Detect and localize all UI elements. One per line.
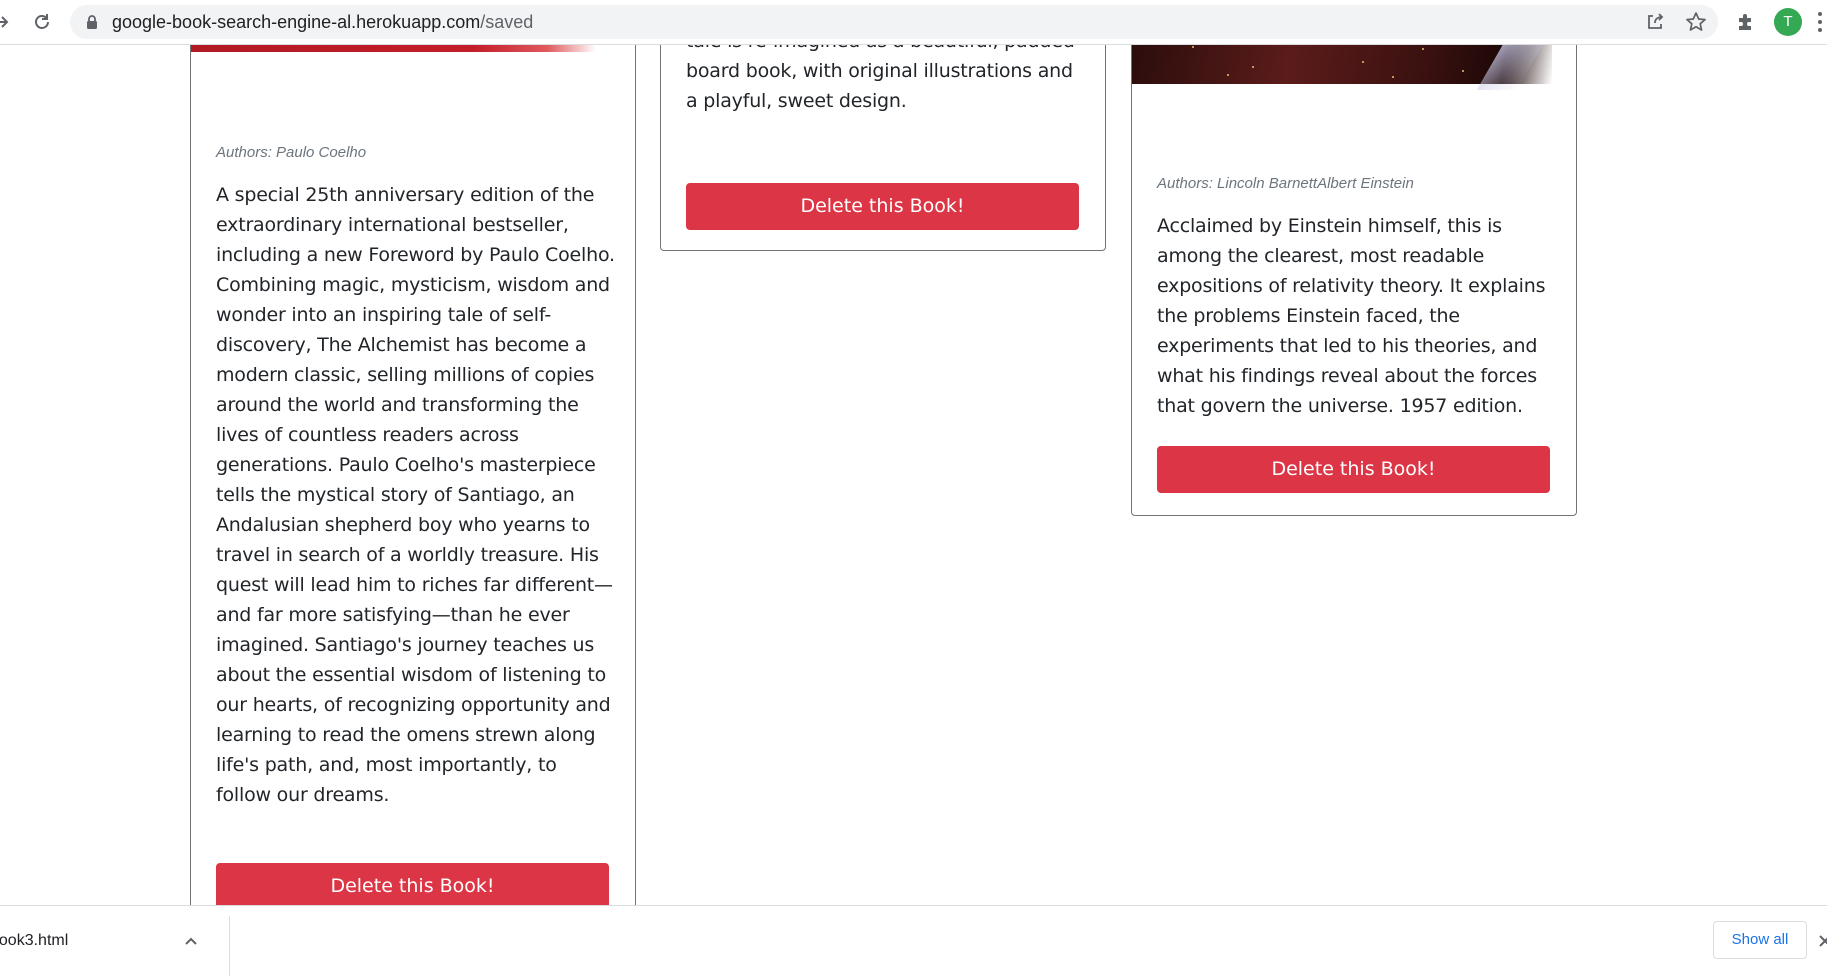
download-item[interactable]: book3.html xyxy=(0,906,230,976)
saved-book-card: tale is re-imagined as a beautiful, padd… xyxy=(660,45,1106,251)
download-bar: book3.html Show all xyxy=(0,905,1827,976)
forward-button[interactable] xyxy=(0,6,18,38)
browser-toolbar: google-book-search-engine-al.herokuapp.c… xyxy=(0,0,1827,45)
extensions-button[interactable] xyxy=(1733,9,1759,35)
address-bar[interactable]: google-book-search-engine-al.herokuapp.c… xyxy=(70,5,1718,39)
download-file-name: book3.html xyxy=(0,932,69,949)
arrow-right-icon xyxy=(0,16,9,28)
star-icon xyxy=(1686,12,1706,31)
share-button[interactable] xyxy=(1643,10,1667,34)
reload-button[interactable] xyxy=(26,6,58,38)
browser-menu-button[interactable] xyxy=(1812,10,1827,34)
share-icon xyxy=(1648,13,1664,29)
url-text[interactable]: google-book-search-engine-al.herokuapp.c… xyxy=(112,5,533,39)
url-host: google-book-search-engine-al.herokuapp.c… xyxy=(112,12,481,32)
page-viewport: Authors: Paulo Coelho A special 25th ann… xyxy=(0,45,1827,905)
book-description: tale is re-imagined as a beautiful, padd… xyxy=(686,45,1075,112)
book-cover-image xyxy=(191,45,596,52)
reload-icon xyxy=(35,14,49,29)
url-path: /saved xyxy=(480,12,534,32)
book-authors: Authors: Paulo Coelho xyxy=(216,144,367,161)
bookmark-button[interactable] xyxy=(1684,10,1708,34)
chevron-up-icon[interactable] xyxy=(182,932,200,950)
saved-book-card: Authors: Paulo Coelho A special 25th ann… xyxy=(190,45,636,905)
profile-avatar[interactable]: T xyxy=(1774,8,1802,36)
show-all-button[interactable]: Show all xyxy=(1713,921,1807,959)
book-description: Acclaimed by Einstein himself, this is a… xyxy=(1157,215,1546,417)
saved-book-card: Authors: Lincoln BarnettAlbert Einstein … xyxy=(1131,45,1577,516)
book-authors: Authors: Lincoln BarnettAlbert Einstein xyxy=(1157,175,1414,192)
delete-book-button[interactable]: Delete this Book! xyxy=(216,863,609,905)
delete-book-button[interactable]: Delete this Book! xyxy=(1157,446,1550,493)
book-cover-image xyxy=(1132,45,1552,90)
close-icon[interactable] xyxy=(1818,931,1827,951)
book-description: A special 25th anniversary edition of th… xyxy=(216,184,615,806)
download-divider xyxy=(229,916,230,976)
puzzle-icon xyxy=(1739,14,1751,30)
delete-book-button[interactable]: Delete this Book! xyxy=(686,183,1079,230)
lock-icon xyxy=(87,15,97,29)
